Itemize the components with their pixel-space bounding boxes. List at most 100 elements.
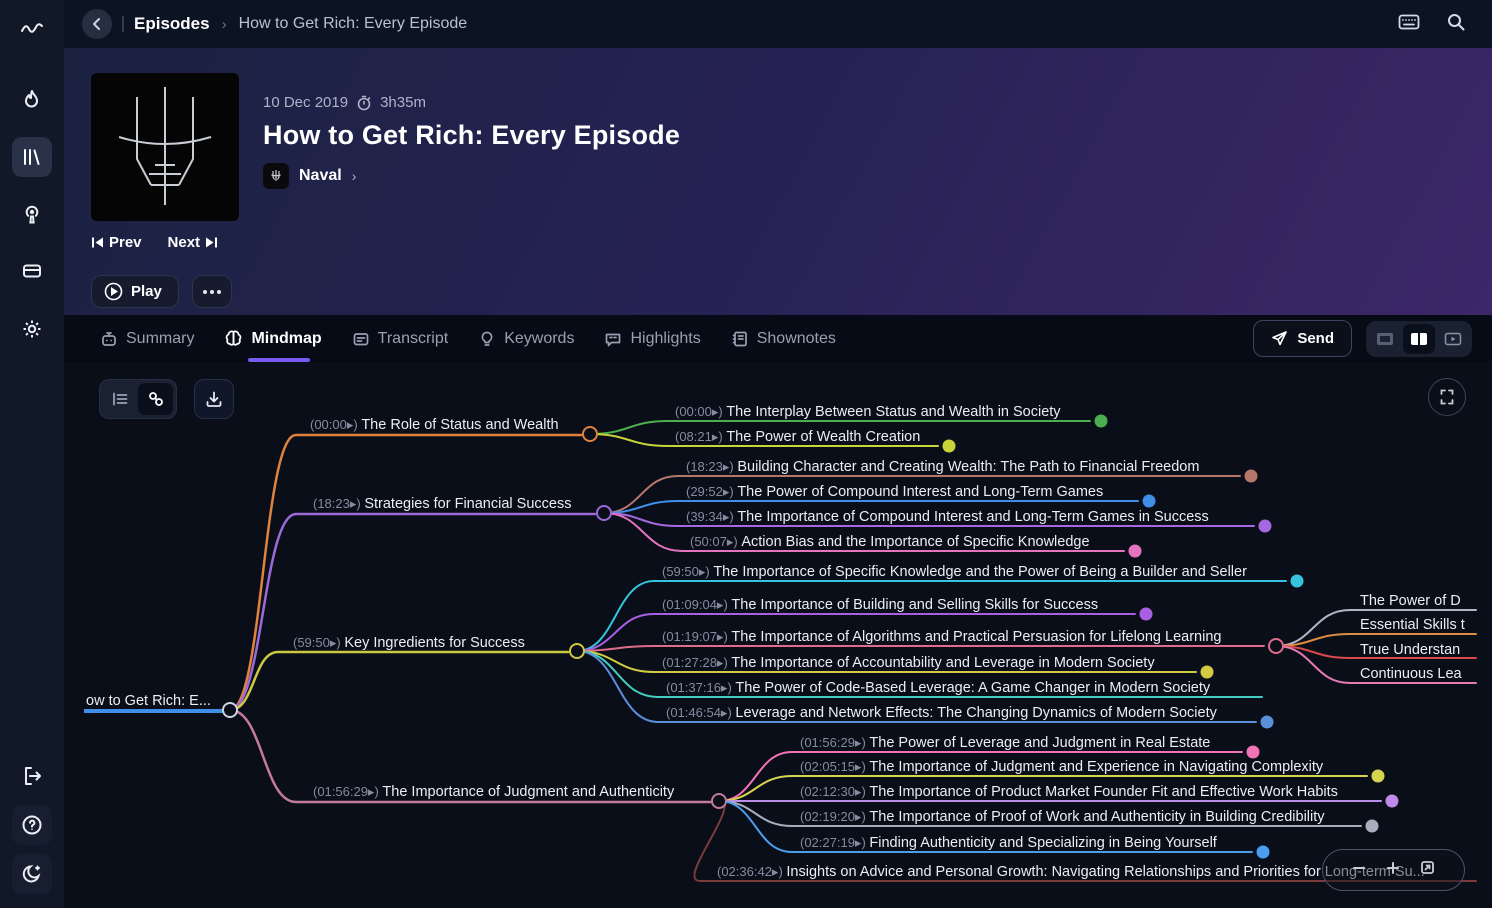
mindmap-node-label[interactable]: (08:21▸) The Power of Wealth Creation — [675, 429, 920, 445]
tab-shownotes[interactable]: Shownotes — [731, 315, 836, 362]
view-mode-switcher — [1366, 321, 1472, 357]
mindmap-node-label[interactable]: (01:19:07▸) The Importance of Algorithms… — [662, 629, 1221, 645]
mindmap-junction[interactable] — [597, 506, 611, 520]
breadcrumb-section[interactable]: Episodes — [134, 14, 210, 34]
app-logo-icon[interactable] — [12, 8, 52, 48]
quote-bubble-icon — [604, 330, 622, 348]
minus-icon — [1352, 861, 1366, 875]
keyboard-shortcuts-button[interactable] — [1390, 13, 1428, 36]
mindmap-node-dot[interactable] — [1129, 545, 1142, 558]
tab-label: Highlights — [630, 330, 700, 348]
mindmap-node-dot[interactable] — [1291, 575, 1304, 588]
sidebar-item-library[interactable] — [12, 137, 52, 177]
mindmap-link — [230, 652, 568, 710]
mindmap-node-dot[interactable] — [1247, 746, 1260, 759]
app-window: Episodes › How to Get Rich: Every Episod… — [0, 0, 1492, 908]
mindmap-node-dot[interactable] — [1095, 415, 1108, 428]
tab-highlights[interactable]: Highlights — [604, 315, 700, 362]
outline-view-button[interactable] — [103, 383, 138, 415]
tab-mindmap[interactable]: Mindmap — [224, 315, 321, 362]
mindmap-node-label[interactable]: (59:50▸) The Importance of Specific Know… — [662, 564, 1247, 580]
mindmap-node-label[interactable]: True Understan — [1360, 642, 1460, 658]
mindmap-node-label[interactable]: (01:56:29▸) The Importance of Judgment a… — [313, 784, 675, 800]
more-options-button[interactable] — [192, 275, 232, 308]
mindmap-node-label[interactable]: (01:27:28▸) The Importance of Accountabi… — [662, 655, 1155, 671]
help-button[interactable] — [12, 805, 52, 845]
zoom-out-button[interactable] — [1352, 861, 1366, 880]
mindmap-node-label[interactable]: The Power of D — [1360, 593, 1461, 609]
sidebar-item-subscriptions[interactable] — [12, 251, 52, 291]
mindmap-node-label[interactable]: (02:19:20▸) The Importance of Proof of W… — [800, 809, 1325, 825]
mindmap-junction[interactable] — [223, 703, 237, 717]
mindmap-node-dot[interactable] — [1245, 470, 1258, 483]
mindmap-junction[interactable] — [712, 794, 726, 808]
download-mindmap-button[interactable] — [194, 379, 234, 419]
mindmap-node-dot[interactable] — [1140, 608, 1153, 621]
mindmap-canvas[interactable]: ow to Get Rich: E... (00:00▸) The Role of… — [64, 362, 1492, 908]
mindmap-node-label[interactable]: (59:50▸) Key Ingredients for Success — [293, 635, 525, 651]
tab-transcript[interactable]: Transcript — [352, 315, 449, 362]
dark-mode-toggle[interactable] — [12, 854, 52, 894]
tab-keywords[interactable]: Keywords — [478, 315, 574, 362]
mindmap-node-dot[interactable] — [1259, 520, 1272, 533]
mindmap-node-label[interactable]: (01:56:29▸) The Power of Leverage and Ju… — [800, 735, 1210, 751]
mindmap-node-label[interactable]: (39:34▸) The Importance of Compound Inte… — [686, 509, 1209, 525]
gear-icon — [20, 317, 44, 341]
mindmap-junction[interactable] — [583, 427, 597, 441]
view-mode-reader[interactable] — [1369, 324, 1401, 354]
mindmap-node-label[interactable]: (50:07▸) Action Bias and the Importance … — [690, 534, 1090, 550]
mindmap-node-dot[interactable] — [1201, 666, 1214, 679]
mindmap-node-label[interactable]: (02:12:30▸) The Importance of Product Ma… — [800, 784, 1338, 800]
back-button[interactable] — [82, 9, 112, 39]
mindmap-node-label[interactable]: (00:00▸) The Interplay Between Status an… — [675, 404, 1061, 420]
fullscreen-button[interactable] — [1428, 378, 1466, 416]
mindmap-node-label[interactable]: Continuous Lea — [1360, 666, 1463, 682]
mindmap-node-label[interactable]: (18:23▸) Strategies for Financial Succes… — [313, 496, 571, 512]
mindmap-node-label[interactable]: (00:00▸) The Role of Status and Wealth — [310, 417, 559, 433]
node-graph-icon — [147, 390, 165, 408]
mindmap-node-label[interactable]: (02:27:19▸) Finding Authenticity and Spe… — [800, 835, 1218, 851]
zoom-in-button[interactable] — [1386, 861, 1400, 880]
mindmap-node-dot[interactable] — [1261, 716, 1274, 729]
mindmap-node-dot[interactable] — [1386, 795, 1399, 808]
episode-date: 10 Dec 2019 — [263, 94, 348, 111]
mindmap-node-label[interactable]: (29:52▸) The Power of Compound Interest … — [686, 484, 1103, 500]
search-button[interactable] — [1438, 12, 1474, 37]
divider — [122, 16, 124, 32]
mindmap-node-label[interactable]: (02:05:15▸) The Importance of Judgment a… — [800, 759, 1324, 775]
mindmap-junction[interactable] — [570, 644, 584, 658]
sidebar-item-settings[interactable] — [12, 309, 52, 349]
mindmap-node-label[interactable]: (01:09:04▸) The Importance of Building a… — [662, 597, 1098, 613]
mindmap-node-label[interactable]: (02:36:42▸) Insights on Advice and Perso… — [717, 864, 1425, 880]
duration-clock-icon — [356, 95, 372, 111]
mindmap-node-dot[interactable] — [1366, 820, 1379, 833]
episode-artwork[interactable] — [91, 73, 239, 221]
mindmap-node-label[interactable]: Essential Skills t — [1360, 617, 1465, 633]
mindmap-junction[interactable] — [1269, 639, 1283, 653]
fit-view-button[interactable] — [1420, 860, 1435, 880]
mindmap-node-dot[interactable] — [1143, 495, 1156, 508]
sidebar-item-trending[interactable] — [12, 80, 52, 120]
mindmap-node-dot[interactable] — [1257, 846, 1270, 859]
mindmap-node-label[interactable]: (18:23▸) Building Character and Creating… — [686, 459, 1199, 475]
logout-button[interactable] — [12, 756, 52, 796]
podcast-link[interactable]: Naval › — [263, 163, 680, 189]
next-episode-button[interactable]: Next — [168, 234, 219, 251]
tab-summary[interactable]: Summary — [100, 315, 194, 362]
brain-icon — [224, 329, 243, 348]
mindmap-node-label[interactable]: ow to Get Rich: E... — [86, 693, 211, 709]
mindmap-node-dot[interactable] — [1372, 770, 1385, 783]
mindmap-node-label[interactable]: (01:37:16▸) The Power of Code-Based Leve… — [666, 680, 1211, 696]
breadcrumb-current: How to Get Rich: Every Episode — [239, 15, 468, 33]
mindmap-node-label[interactable]: (01:46:54▸) Leverage and Network Effects… — [666, 705, 1218, 721]
view-mode-split[interactable] — [1403, 324, 1435, 354]
view-mode-player[interactable] — [1437, 324, 1469, 354]
transcript-icon — [352, 330, 370, 348]
graph-view-button[interactable] — [138, 383, 173, 415]
send-button[interactable]: Send — [1253, 320, 1352, 357]
mindmap-node-dot[interactable] — [943, 440, 956, 453]
chevron-left-icon — [90, 17, 104, 31]
sidebar-item-podcasts[interactable] — [12, 194, 52, 234]
prev-episode-button[interactable]: Prev — [91, 234, 142, 251]
play-button[interactable]: Play — [91, 275, 179, 308]
